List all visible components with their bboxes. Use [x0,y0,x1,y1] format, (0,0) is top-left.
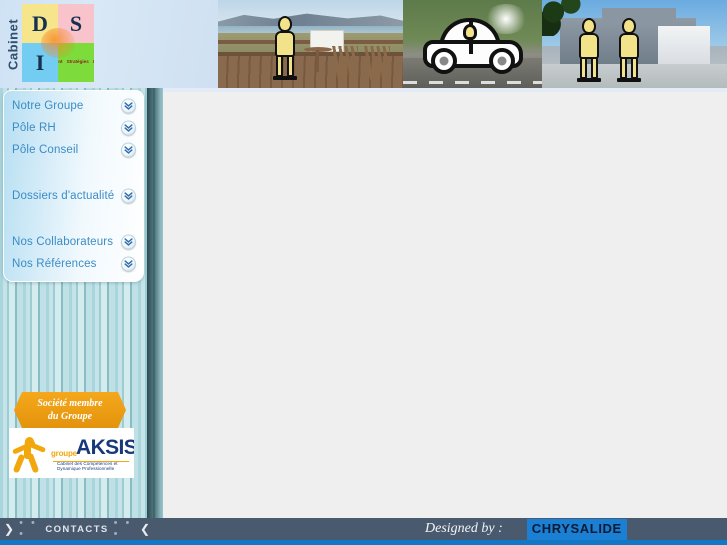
main-navigation-menu: Notre Groupe Pôle RH Pôle Conseil Dossie… [3,90,144,282]
car-illustration [423,18,523,74]
figure-body [275,31,295,57]
chevron-double-down-icon[interactable] [121,234,136,250]
figure-leg-left [276,55,283,77]
figure-leg-right [591,57,598,79]
car-scene-road-marking [403,81,542,84]
sidebar-item-notre-groupe[interactable]: Notre Groupe [4,95,143,117]
building-yellow-figure-left [574,18,604,84]
sidebar-item-label: Pôle RH [12,122,56,134]
contacts-label: CONTACTS [45,523,109,535]
logo-letter-i: I [35,49,45,75]
sidebar-item-label: Notre Groupe [12,100,84,112]
arrow-left-icon: ❮ [139,522,150,536]
sidebar-item-pole-conseil[interactable]: Pôle Conseil [4,139,143,161]
terrace-yellow-figure [270,16,300,82]
header-banner-building [542,0,727,88]
logo-tagline-line3: Innovantes [91,59,94,66]
aksis-divider-rule [53,461,129,462]
membership-banner: Société membre du Groupe [14,392,126,428]
car-wheel-hub [439,56,449,66]
logo-tagline-line2: Stratégies [66,59,89,65]
logo-cell-i: I [22,43,58,82]
figure-feet [577,78,601,82]
dots-separator-left: • • • [19,517,38,540]
site-header: Cabinet D S I Déploiement Stratégies Inn… [0,0,727,88]
chevron-double-down-icon[interactable] [121,98,136,114]
sidebar-item-label: Nos Références [12,258,97,270]
chevron-double-down-icon[interactable] [121,120,136,136]
logo-cell-tagline: Déploiement Stratégies Innovantes [58,43,94,82]
header-banner-terrace [218,0,403,88]
sidebar-item-nos-references[interactable]: Nos Références [4,253,143,275]
sidebar-item-nos-collaborateurs[interactable]: Nos Collaborateurs [4,231,143,253]
partner-logo-aksis[interactable]: groupe AKSIS Cabinet des Compétences et … [9,428,134,478]
brand-logo-zone[interactable]: Cabinet D S I Déploiement Stratégies Inn… [0,0,218,88]
figure-head [622,18,636,34]
page-root: Cabinet D S I Déploiement Stratégies Inn… [0,0,727,545]
figure-leg-right [631,57,638,79]
designer-name-label: CHRYSALIDE [531,520,622,536]
figure-feet [617,78,641,82]
dots-separator-right: • • • [113,517,132,540]
building-yellow-figure-right [614,18,644,84]
main-content-area [163,88,727,518]
designer-badge[interactable]: CHRYSALIDE [526,518,627,540]
sidebar-item-dossiers-actualite[interactable]: Dossiers d'actualité [4,185,143,207]
dsi-logo-grid: D S I Déploiement Stratégies Innovantes [22,4,94,82]
cabinet-vertical-label: Cabinet [5,18,21,70]
figure-body [579,33,599,59]
footer-accent-strip [0,540,727,545]
designed-by-label: Designed by : [425,521,503,536]
site-footer: ❯ • • • CONTACTS • • • ❮ Designed by : C… [0,518,727,545]
chevron-double-down-icon[interactable] [121,142,136,158]
chevron-double-down-icon[interactable] [121,256,136,272]
figure-leg-left [580,57,587,79]
sidebar-item-pole-rh[interactable]: Pôle RH [4,117,143,139]
aksis-prefix-label: groupe [51,449,77,458]
logo-cell-s: S [58,4,94,43]
figure-feet [273,76,297,80]
aksis-tagline-label: Cabinet des Compétences et Dynamique Pro… [57,461,118,471]
figure-leg-right [287,55,294,77]
membership-banner-line2: du Groupe [47,411,93,422]
membership-banner-line1: Société membre [37,398,103,409]
aksis-wordmark: groupe AKSIS Cabinet des Compétences et … [49,435,134,471]
sidebar-item-label: Pôle Conseil [12,144,79,156]
figure-head [582,18,596,34]
figure-leg-left [620,57,627,79]
header-banner-car [403,0,542,88]
designer-credit: Designed by : CHRYSALIDE [425,518,627,540]
aksis-icon-leg-left [12,453,26,474]
contacts-link[interactable]: ❯ • • • CONTACTS • • • ❮ [0,518,150,540]
terrace-chair-1 [332,46,358,80]
sidebar-item-label: Nos Collaborateurs [12,236,114,248]
aksis-icon-leg-right [26,452,40,474]
chevron-double-down-icon[interactable] [121,188,136,204]
car-wheel-front [431,48,457,74]
car-wheel-hub [497,56,507,66]
logo-letter-s: S [69,10,83,36]
logo-cell-d: D [22,4,58,43]
car-wheel-rear [489,48,515,74]
aksis-figure-icon [9,432,49,474]
figure-head [278,16,292,32]
arrow-right-icon: ❯ [4,522,15,536]
sidebar-item-label: Dossiers d'actualité [12,190,115,202]
sidebar: Notre Groupe Pôle RH Pôle Conseil Dossie… [0,88,163,518]
terrace-chair-2 [364,46,390,80]
logo-letter-d: D [32,10,48,36]
terrace-table-leg [316,50,319,72]
footer-bar: ❯ • • • CONTACTS • • • ❮ Designed by : C… [0,518,727,540]
figure-body [619,33,639,59]
car-driver-head [463,24,477,40]
content-top-divider [163,88,727,92]
